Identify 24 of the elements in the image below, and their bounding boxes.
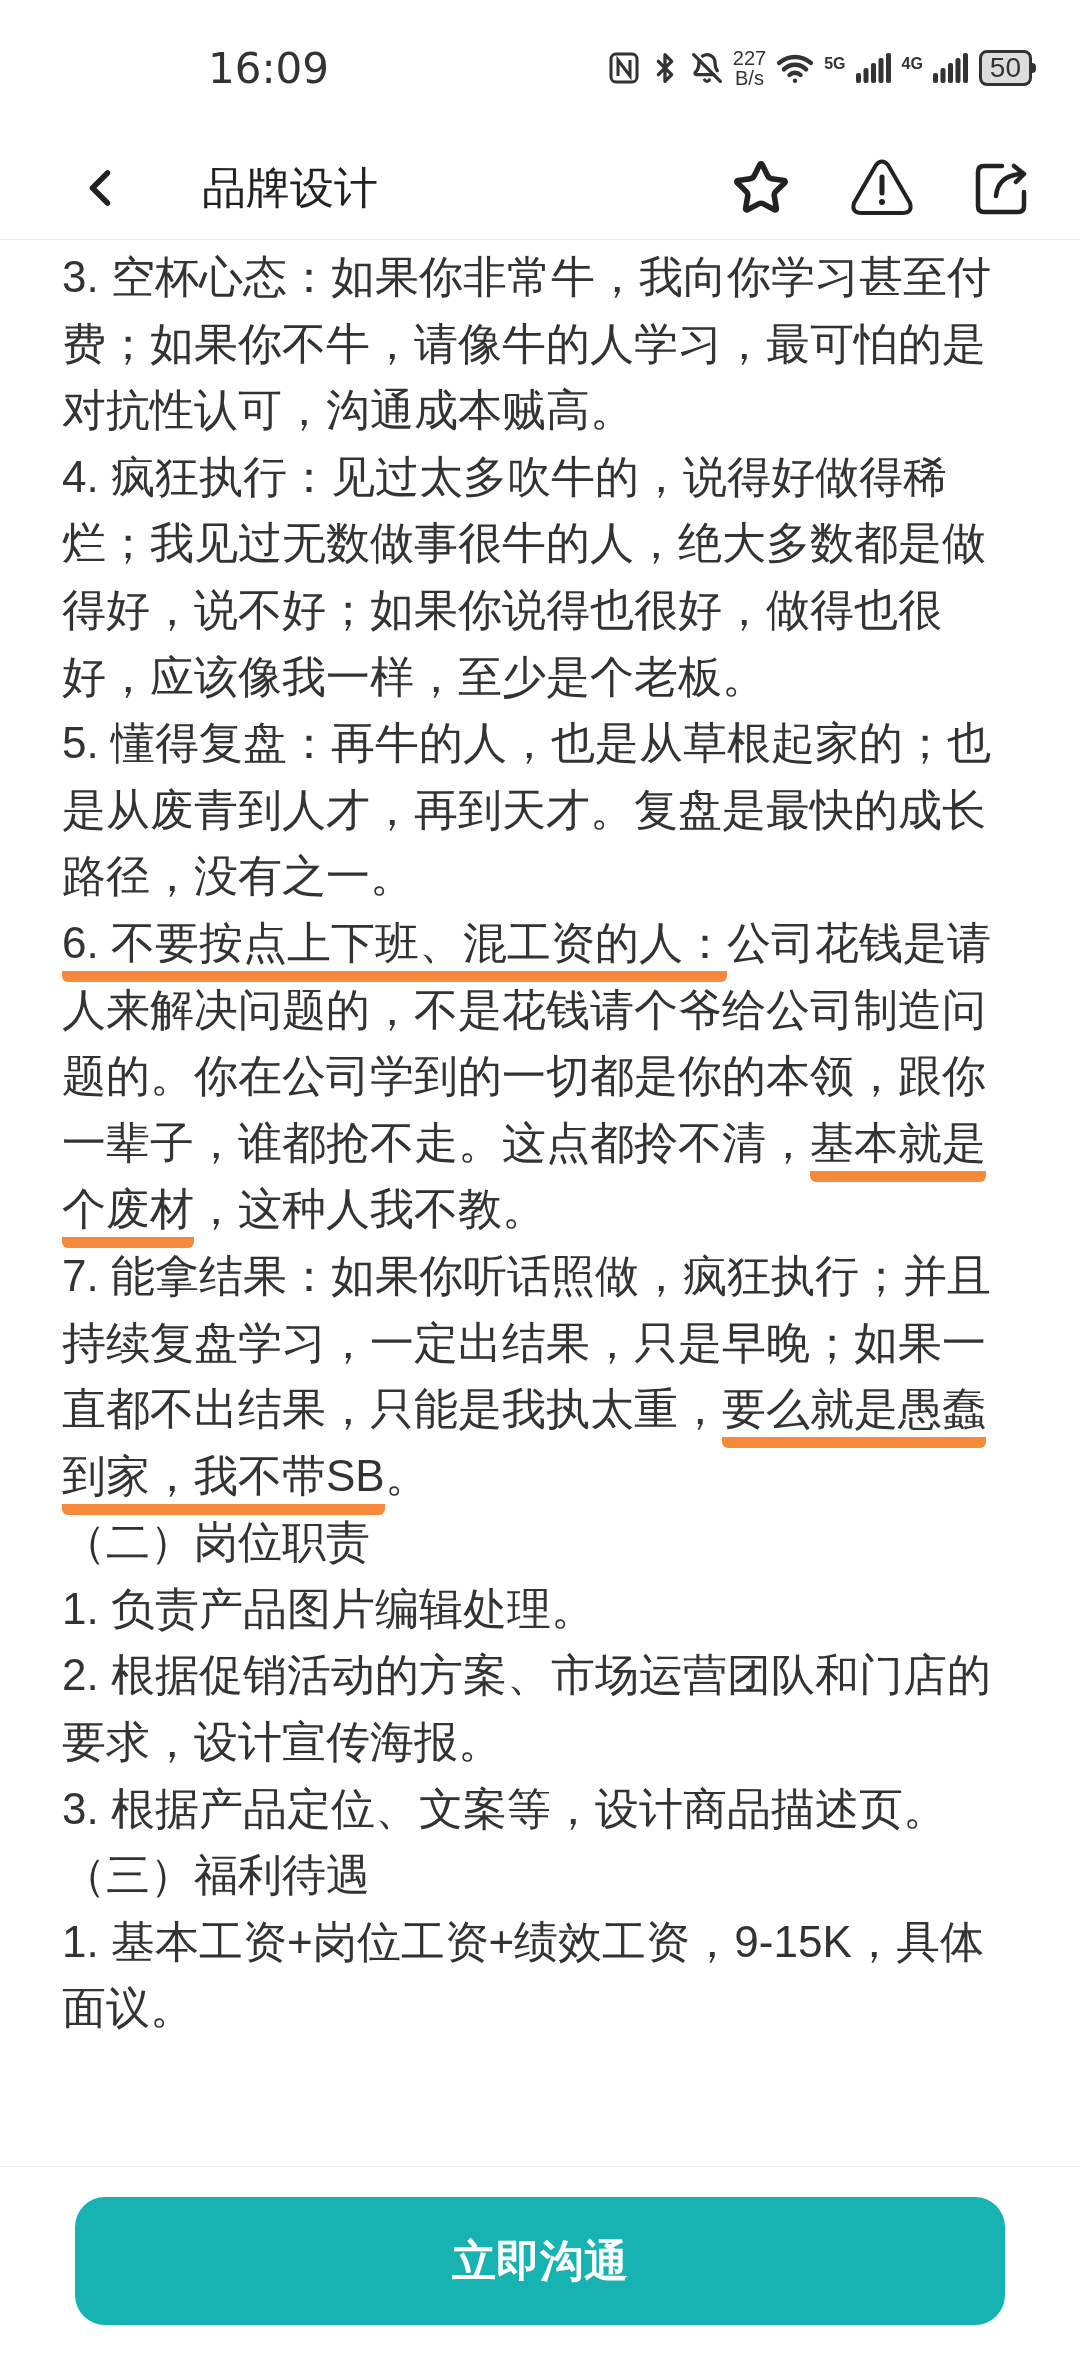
network-type-label: 4G	[901, 54, 923, 74]
body-paragraph: 3. 根据产品定位、文案等，设计商品描述页。	[62, 1782, 948, 1835]
network-speed-unit: B/s	[735, 68, 764, 88]
page-title: 品牌设计	[202, 161, 379, 214]
body-paragraph: 6. 不要按点上下班、混工资的人：公司花钱是请人来解决问题的，不是花钱请个爷给公司制造问题的。你在公司学到的一切都是你的本领，跟你一辈子，谁都抢不走。这点都拎不清，基本就是个废材，这种人我不教。	[62, 909, 1020, 1255]
body-paragraph: 4. 疯狂执行：见过太多吹牛的，说得好做得稀烂；我见过无数做事很牛的人，绝大多数都是做得好，说不好；如果你说得也很好，做得也很好，应该像我一样，至少是个老板。	[62, 450, 987, 703]
battery-indicator: 50	[978, 50, 1032, 86]
body-paragraph: 1. 基本工资+岗位工资+绩效工资，9-15K，具体面议。	[62, 1915, 985, 2035]
network-type-label: 5G	[824, 54, 846, 74]
warning-icon	[850, 158, 914, 217]
body-paragraph: 1. 负责产品图片编辑处理。	[62, 1582, 596, 1635]
clock-time: 16:09	[208, 42, 330, 95]
nfc-icon	[608, 52, 639, 84]
body-paragraph: （二）岗位职责	[62, 1516, 371, 1569]
chat-now-button[interactable]: 立即沟通	[75, 2197, 1005, 2325]
body-paragraph: （三）福利待遇	[62, 1849, 371, 1902]
body-paragraph: 2. 根据促销活动的方案、市场运营团队和门店的要求，设计宣传海报。	[62, 1649, 992, 1769]
bell-off-icon	[690, 52, 723, 84]
signal-icon	[932, 53, 969, 83]
network-speed-value: 227	[732, 48, 767, 68]
body-paragraph: 3. 空杯心态：如果你非常牛，我向你学习甚至付费；如果你不牛，请像牛的人学习，最可怕的是对抗性认可，沟通成本贼高。	[62, 251, 992, 437]
body-paragraph: 5. 懂得复盘：再牛的人，也是从草根起家的；也是从废青到人才，再到天才。复盘是最快的成长路径，没有之一。	[62, 717, 992, 903]
signal-icon	[855, 53, 892, 83]
report-button[interactable]	[850, 158, 914, 217]
